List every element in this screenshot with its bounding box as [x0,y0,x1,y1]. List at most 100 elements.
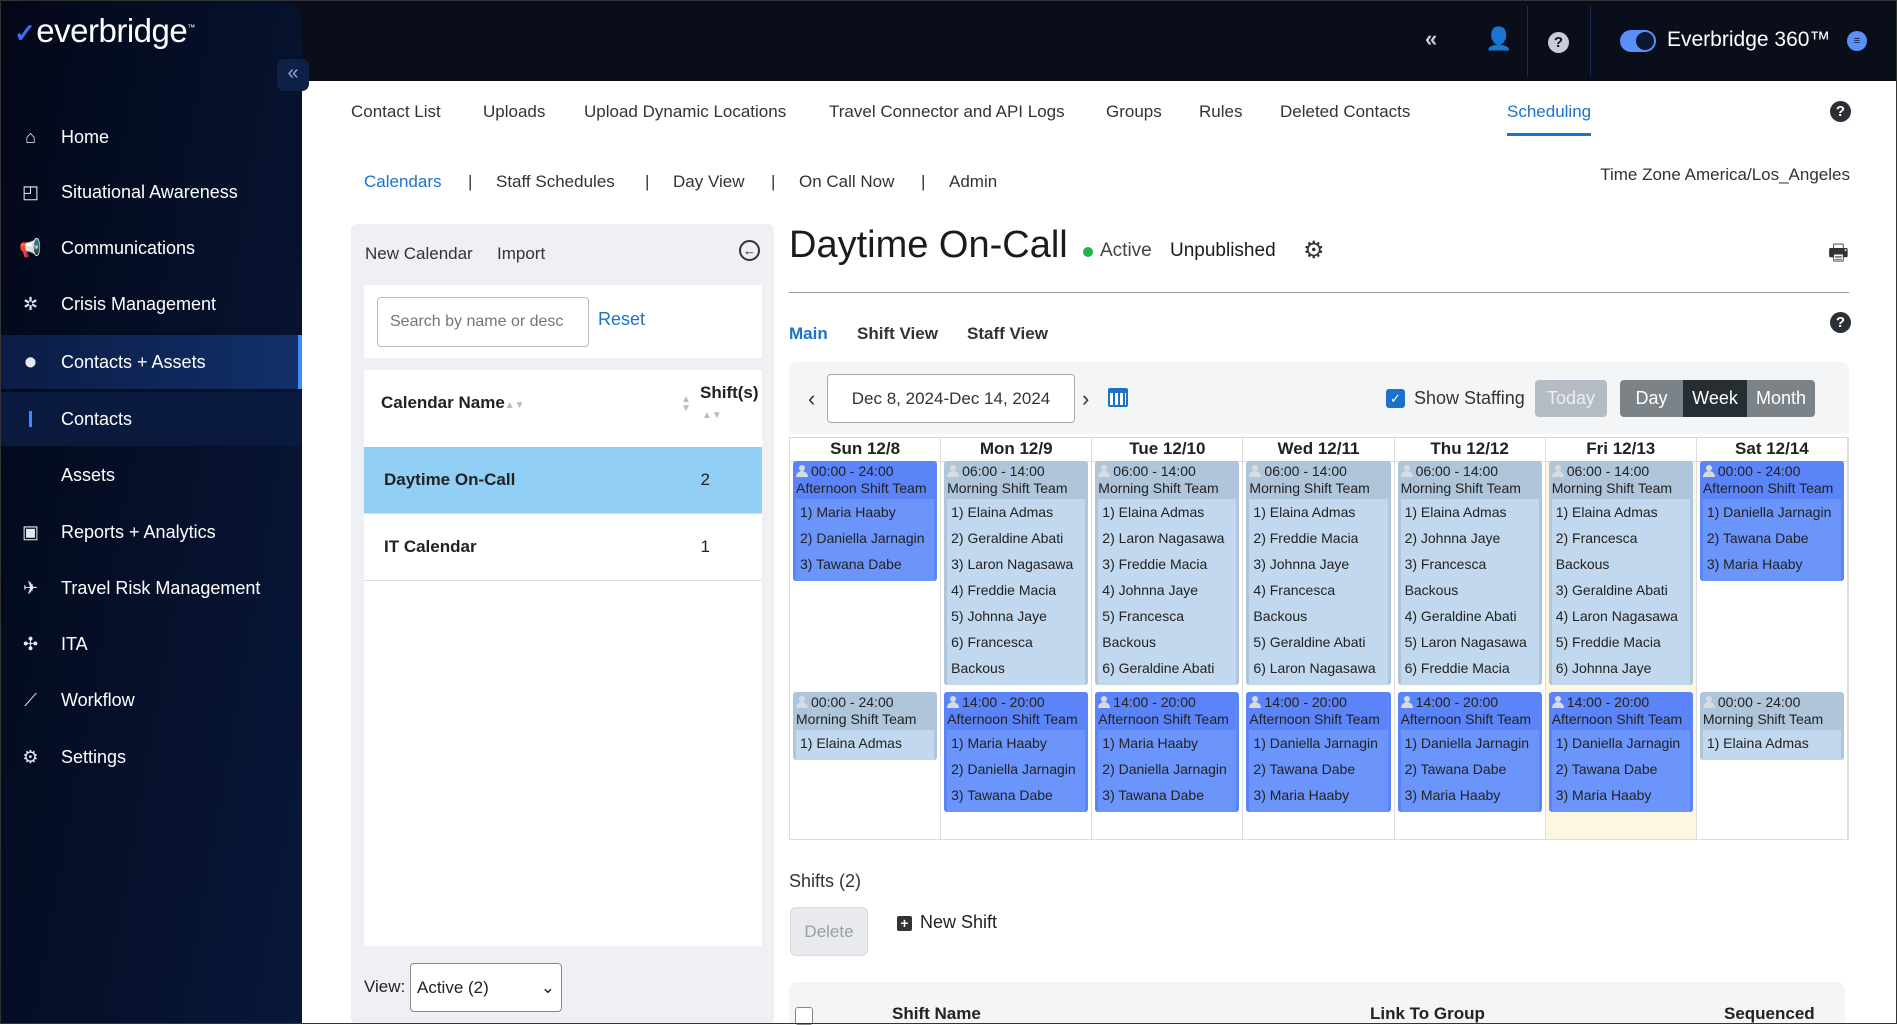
subtab-staff-schedules[interactable]: Staff Schedules [496,172,615,192]
subtab-day-view[interactable]: Day View [673,172,745,192]
today-button[interactable]: Today [1535,380,1607,417]
sort-icon: ▲▼ [702,410,722,421]
subtab-admin[interactable]: Admin [949,172,997,192]
shift-event[interactable]: 00:00 - 24:00 Morning Shift Team 1) Elaina… [793,692,938,760]
shift-event[interactable]: 14:00 - 20:00 Afternoon Shift Team 1) Dani… [1246,692,1391,812]
chevron-left-icon[interactable]: ‹ [808,386,815,412]
day-column: Sun 12/8 00:00 - 24:00 Afternoon Shift Tea… [790,438,942,839]
day-header[interactable]: Mon 12/9 [941,438,1092,462]
event-members: 1) Daniella Jarnagin 2) Tawana Dabe 3) Mar… [1702,499,1841,581]
calendar-row[interactable]: Daytime On-Call 2 [364,447,762,514]
chart-line-icon: ⟋ [24,689,37,710]
member: 3) Johnna Jaye [1253,556,1350,572]
sidebar-item-communications[interactable]: 📢 Communications [0,221,302,275]
shift-event[interactable]: 14:00 - 20:00 Afternoon Shift Team 1) Dani… [1397,692,1542,812]
chat-icon[interactable]: ≡ [1847,31,1867,51]
sidebar-item-crisis-management[interactable]: ✲ Crisis Management [0,277,302,331]
everbridge-logo[interactable]: ✓everbridge™ [14,12,195,50]
tab-staff-view[interactable]: Staff View [967,324,1048,344]
new-shift-button[interactable]: + New Shift [897,912,997,933]
shift-event[interactable]: 00:00 - 24:00 Morning Shift Team 1) Elaina… [1699,692,1844,760]
month-view-button[interactable]: Month [1747,380,1815,417]
shift-event[interactable]: 14:00 - 20:00 Afternoon Shift Team 1) Mari… [944,692,1089,812]
date-range-input[interactable]: Dec 8, 2024-Dec 14, 2024 [827,374,1075,423]
shift-event[interactable]: 06:00 - 14:00 Morning Shift Team 1) Elaina… [944,461,1089,685]
tab-deleted-contacts[interactable]: Deleted Contacts [1280,102,1410,122]
day-header[interactable]: Wed 12/11 [1243,438,1394,462]
collapse-sidebar-button[interactable]: « [277,59,309,91]
column-sequenced[interactable]: Sequenced [1724,1004,1815,1024]
shift-event[interactable]: 06:00 - 14:00 Morning Shift Team 1) Elaina… [1548,461,1693,685]
day-header[interactable]: Tue 12/10 [1092,438,1243,462]
tab-uploads[interactable]: Uploads [483,102,545,122]
sidebar-item-workflow[interactable]: ⟋ Workflow [0,673,302,727]
day-header[interactable]: Sat 12/14 [1696,438,1847,462]
reset-link[interactable]: Reset [598,309,645,330]
person-icon [1098,465,1111,477]
help-icon[interactable]: ? [1830,312,1851,333]
shift-event[interactable]: 06:00 - 14:00 Morning Shift Team 1) Elaina… [1397,461,1542,685]
new-calendar-link[interactable]: New Calendar [365,244,473,264]
day-view-button[interactable]: Day [1620,380,1683,417]
import-link[interactable]: Import [497,244,545,264]
print-icon[interactable]: 🖶 [1828,236,1849,274]
member: 1) Daniella Jarnagin [1706,504,1832,520]
sidebar-item-situational-awareness[interactable]: ◰ Situational Awareness [0,165,302,219]
column-calendar-name[interactable]: Calendar Name▲▼ [381,393,525,413]
sidebar-item-home[interactable]: ⌂ Home [0,110,302,164]
tab-upload-dynamic-locations[interactable]: Upload Dynamic Locations [584,102,786,122]
day-header[interactable]: Thu 12/12 [1394,438,1545,462]
sidebar-item-reports-analytics[interactable]: ▣ Reports + Analytics [0,505,302,559]
event-team: Morning Shift Team [1551,480,1673,496]
tab-contact-list[interactable]: Contact List [351,102,441,122]
shift-event[interactable]: 00:00 - 24:00 Afternoon Shift Team 1) Mari… [793,461,938,581]
column-shift-name[interactable]: Shift Name [892,1004,981,1024]
help-icon[interactable]: ? [1548,32,1569,53]
subtab-on-call-now[interactable]: On Call Now [799,172,894,192]
day-header[interactable]: Sun 12/8 [790,438,941,462]
view-select[interactable]: Active (2) ⌄ [410,963,562,1012]
shift-event[interactable]: 06:00 - 14:00 Morning Shift Team 1) Elaina… [1095,461,1240,685]
shift-event[interactable]: 00:00 - 24:00 Afternoon Shift Team 1) Dani… [1699,461,1844,581]
member: 6) Freddie Macia [1404,660,1510,676]
select-all-checkbox[interactable] [795,1007,813,1025]
tab-groups[interactable]: Groups [1106,102,1162,122]
tab-main[interactable]: Main [789,324,828,344]
gear-icon[interactable]: ⚙ [1303,236,1325,265]
calendar-icon[interactable] [1108,388,1128,407]
shift-event[interactable]: 06:00 - 14:00 Morning Shift Team 1) Elaina… [1246,461,1391,685]
tab-travel-connector-and-api-logs[interactable]: Travel Connector and API Logs [829,102,1065,122]
member: 5) Francesca Backous [1102,608,1184,650]
calendar-search-input[interactable] [377,297,589,347]
tab-shift-view[interactable]: Shift View [857,324,938,344]
sidebar-item-label: Reports + Analytics [61,521,216,542]
event-time: 14:00 - 20:00 [1400,694,1539,711]
tab-scheduling[interactable]: Scheduling [1507,102,1592,136]
shift-event[interactable]: 14:00 - 20:00 Afternoon Shift Team 1) Dani… [1548,692,1693,812]
sidebar-item-contacts[interactable]: Contacts [0,392,302,446]
sidebar-item-assets[interactable]: Assets [0,448,302,502]
collapse-panel-icon[interactable]: ← [739,240,760,261]
subtab-calendars[interactable]: Calendars [364,172,442,192]
sidebar-item-ita[interactable]: ✣ ITA [0,617,302,671]
collapse-all-icon[interactable]: « [1425,26,1437,52]
delete-button[interactable]: Delete [790,907,868,956]
everbridge-360-toggle[interactable] [1620,30,1656,52]
shift-event[interactable]: 14:00 - 20:00 Afternoon Shift Team 1) Mari… [1095,692,1240,812]
sidebar-item-settings[interactable]: ⚙ Settings [0,730,302,784]
calendar-row[interactable]: IT Calendar 1 [364,514,762,581]
sidebar-item-contacts-assets[interactable]: ⬤ Contacts + Assets [0,335,302,389]
sort-icon[interactable]: ▲ ▼ [681,395,691,414]
column-shifts[interactable]: Shift(s) ▲▼ [700,383,759,423]
show-staffing-checkbox[interactable]: ✓ [1386,389,1405,408]
week-view-button[interactable]: Week [1683,380,1747,417]
event-time-text: 06:00 - 14:00 [1113,463,1196,479]
tab-rules[interactable]: Rules [1199,102,1242,122]
event-header: 14:00 - 20:00 Afternoon Shift Team [1398,692,1542,730]
chevron-right-icon[interactable]: › [1082,386,1089,412]
sidebar-item-travel-risk-management[interactable]: ✈ Travel Risk Management [0,561,302,615]
user-icon[interactable]: 👤 [1485,26,1512,52]
help-icon[interactable]: ? [1830,101,1851,122]
day-header[interactable]: Fri 12/13 [1545,438,1696,462]
column-link-to-group[interactable]: Link To Group [1370,1004,1485,1024]
